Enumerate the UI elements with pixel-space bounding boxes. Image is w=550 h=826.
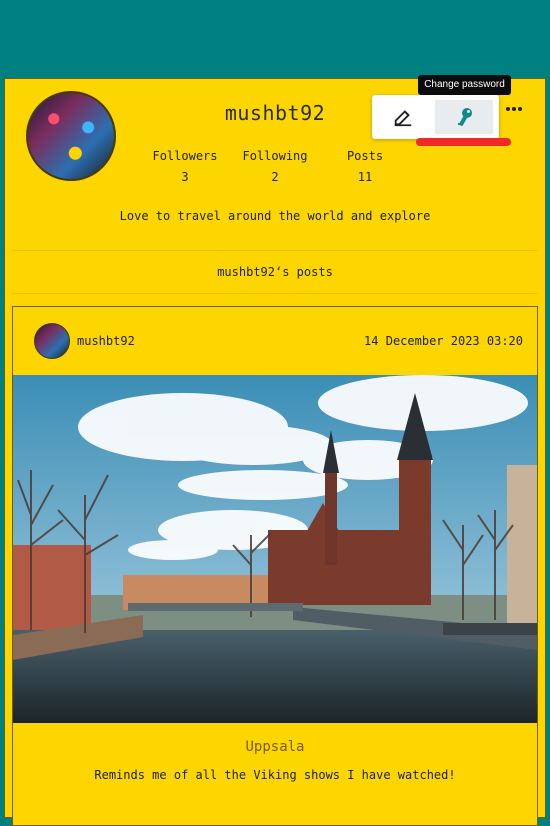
post-author[interactable]: mushbt92 [77, 334, 135, 348]
profile-actions-menu [372, 95, 499, 139]
more-options-button[interactable] [504, 99, 524, 119]
post-photo [13, 375, 537, 723]
profile-avatar [26, 91, 116, 181]
following-count: 2 [271, 170, 279, 184]
more-icon [512, 107, 516, 111]
profile-bio: Love to travel around the world and expl… [119, 209, 431, 223]
more-icon [518, 107, 522, 111]
profile-stats: Followers 3 Following 2 Posts 11 [145, 149, 405, 189]
profile-card: mushbt92 Followers 3 Following 2 Posts 1… [4, 78, 546, 826]
change-password-button[interactable] [435, 100, 493, 134]
followers-stat[interactable]: Followers 3 [145, 149, 225, 184]
following-stat[interactable]: Following 2 [235, 149, 315, 184]
post-title: Uppsala [245, 739, 305, 755]
edit-profile-button[interactable] [374, 100, 432, 134]
post-text: Reminds me of all the Viking shows I hav… [94, 768, 456, 782]
posts-heading: mushbt92‘s posts [217, 265, 333, 279]
post-image [13, 375, 537, 723]
key-icon [458, 108, 472, 126]
following-label: Following [242, 149, 308, 163]
divider [13, 250, 537, 251]
followers-count: 3 [181, 170, 189, 184]
profile-username: mushbt92 [224, 101, 326, 125]
posts-stat[interactable]: Posts 11 [325, 149, 405, 184]
change-password-tooltip: Change password [418, 75, 511, 95]
post-card: mushbt92 14 December 2023 03:20 Uppsala … [12, 306, 538, 826]
posts-label: Posts [346, 149, 384, 163]
followers-label: Followers [152, 149, 218, 163]
posts-count: 11 [357, 170, 373, 184]
highlight-marker [416, 138, 511, 146]
post-author-avatar[interactable] [34, 323, 70, 359]
more-icon [506, 107, 510, 111]
divider [13, 293, 537, 294]
edit-icon [394, 110, 412, 127]
post-date: 14 December 2023 03:20 [364, 334, 523, 348]
